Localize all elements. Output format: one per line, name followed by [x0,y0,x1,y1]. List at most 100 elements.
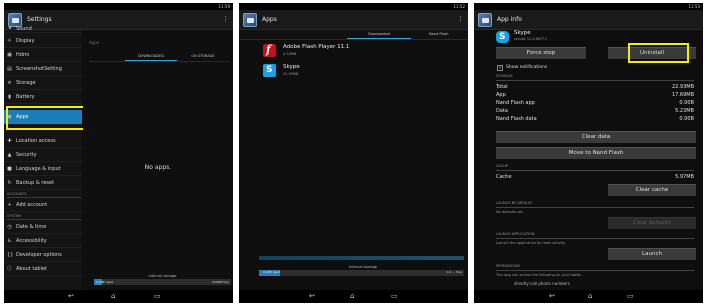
sidebar-item-location[interactable]: ✚ Location access [4,135,82,148]
sidebar-item-label: Accessibility [16,238,47,244]
app-size: 4.34MB [283,52,297,56]
home-icon[interactable]: ⌂ [111,292,115,301]
notification-icons [243,5,261,20]
storage-free-label: 300MB free [211,280,229,284]
sidebar-item-label: Language & input [16,166,61,172]
storage-used-label: 0.00B used [96,280,113,284]
sidebar-item-hdmi[interactable]: ▣ Hdmi [4,49,82,62]
clear-defaults-button[interactable]: Clear defaults [608,217,696,229]
sidebar-item-date-time[interactable]: ◷ Date & time [4,221,82,234]
page-title: Apps [262,16,277,23]
hdmi-icon: ▣ [7,52,12,58]
apps-header: Apps [89,40,99,45]
sidebar-item-label: About tablet [16,266,47,272]
list-item-skype[interactable]: Skype 22.93MB [239,61,468,81]
plus-icon: + [7,202,12,208]
status-bar: 11:59 [4,3,233,20]
storage-title: Internal storage [148,274,177,278]
list-item-flash-player[interactable]: Adobe Flash Player 11.1 4.34MB [239,41,468,61]
settings-sidebar: ◂ Sound ☼ Display ▣ Hdmi ▤ ScreenshotSet… [4,26,82,290]
sidebar-item-add-account[interactable]: + Add account [4,199,82,212]
permissions-description: This app can access the following on you… [496,273,582,277]
skype-icon [263,64,276,77]
cache-row: Cache 5.97MB [496,173,694,181]
flash-player-icon [263,43,276,57]
row-value: 22.93MB [671,84,694,90]
storage-used-label: 0.00B used [263,270,280,274]
row-value: 0.00B [679,116,694,122]
back-icon[interactable]: ↩ [549,292,555,301]
navigation-bar: ↩ ⌂ ▭ [239,290,468,303]
sidebar-item-sound[interactable]: ◂ Sound [4,25,82,33]
app-name: Skype [514,30,531,36]
sidebar-item-label: Display [16,38,35,44]
status-time: 11:59 [218,4,230,9]
tab-on-storage[interactable]: ON STORAGE [178,53,228,61]
settings-panel: 11:59 Settings ⋮ ◂ Sound ☼ Display ▣ Hdm… [4,3,233,303]
sidebar-item-battery[interactable]: ▮ Battery [4,91,82,104]
screenshot-collage: 11:59 Settings ⋮ ◂ Sound ☼ Display ▣ Hdm… [0,0,707,306]
display-icon: ☼ [7,38,12,44]
tab-downloaded[interactable]: DOWNLOADED [125,53,177,61]
app-info-content: Skype version 3.2.0.6677.1 Force stop Un… [474,30,703,290]
clear-data-button[interactable]: Clear data [496,131,696,143]
storage-row-data: Data 5.23MB [496,107,694,115]
force-stop-button[interactable]: Force stop [496,47,586,59]
row-label: Cache [496,174,512,180]
sidebar-item-label: Location access [16,138,56,144]
sidebar-item-accessibility[interactable]: ♿ Accessibility [4,235,82,248]
home-icon[interactable]: ⌂ [350,292,354,301]
recent-apps-icon[interactable]: ▭ [627,292,634,301]
accessibility-icon: ♿ [7,238,12,244]
screenshot-icon: ▤ [7,66,12,72]
sidebar-item-label: Battery [16,94,35,100]
back-icon[interactable]: ↩ [68,292,74,301]
sidebar-item-storage[interactable]: ≡ Storage [4,77,82,90]
no-defaults-text: No defaults set. [496,210,524,214]
sidebar-item-label: Backup & reset [16,180,55,186]
row-label: App [496,92,506,98]
clear-cache-button[interactable]: Clear cache [608,184,696,196]
overflow-menu-icon[interactable]: ⋮ [457,15,464,23]
settings-app-icon[interactable] [478,13,492,27]
page-title: App info [497,16,522,23]
notification-icons [478,5,496,20]
section-header-launch-app: LAUNCH APPLICATION [496,231,694,239]
sidebar-item-language[interactable]: ■ Language & input [4,163,82,176]
sidebar-item-security[interactable]: ▲ Security [4,149,82,162]
launch-button[interactable]: Launch [608,248,696,260]
apps-content: Apps DOWNLOADED ON STORAGE No apps. Inte… [83,30,233,290]
apps-tabs: DOWNLOADED ON STORAGE [125,53,228,61]
back-icon[interactable]: ↩ [309,292,315,301]
storage-progress-bar: 0.00B used 0.0 ... free [259,270,464,276]
move-to-nand-flash-button[interactable]: Move to Nand Flash [496,147,696,159]
tab-nand-flash[interactable]: Nand Flash [429,31,468,39]
sidebar-item-developer[interactable]: {} Developer options [4,249,82,262]
overflow-menu-icon[interactable]: ⋮ [222,15,229,23]
info-icon: ⓘ [7,266,13,272]
show-notifications-checkbox[interactable] [497,63,504,71]
sidebar-item-display[interactable]: ☼ Display [4,35,82,48]
sidebar-item-screenshot[interactable]: ▤ ScreenshotSetting [4,63,82,76]
tab-divider [239,39,468,40]
home-icon[interactable]: ⌂ [588,292,592,301]
recent-apps-icon[interactable]: ▭ [154,292,161,301]
storage-row-nand-app: Nand Flash app 0.00B [496,99,694,107]
tab-divider [89,61,229,62]
sidebar-item-label: Date & time [16,224,47,230]
apps-panel: 11:52 Apps ⋮ Downloaded Nand Flash Adobe… [239,3,468,303]
show-notifications-label: Show notifications [506,65,548,70]
settings-app-icon[interactable] [243,13,257,27]
sidebar-item-label: Add account [16,202,48,208]
storage-free-label: 0.0 ... free [446,270,462,274]
storage-row-nand-data: Nand Flash data 0.00B [496,115,694,123]
tab-downloaded[interactable]: Downloaded [347,31,411,39]
permission-item: directly call phone numbers [514,281,570,286]
status-bar: 11:53 [474,3,703,20]
launch-description: Launch the application by main activity [496,241,566,245]
sidebar-item-label: Sound [16,26,32,32]
sidebar-item-about[interactable]: ⓘ About tablet [4,263,82,276]
recent-apps-icon[interactable]: ▭ [391,292,398,301]
row-value: 5.97MB [675,174,694,180]
sidebar-item-backup[interactable]: ↻ Backup & reset [4,177,82,190]
